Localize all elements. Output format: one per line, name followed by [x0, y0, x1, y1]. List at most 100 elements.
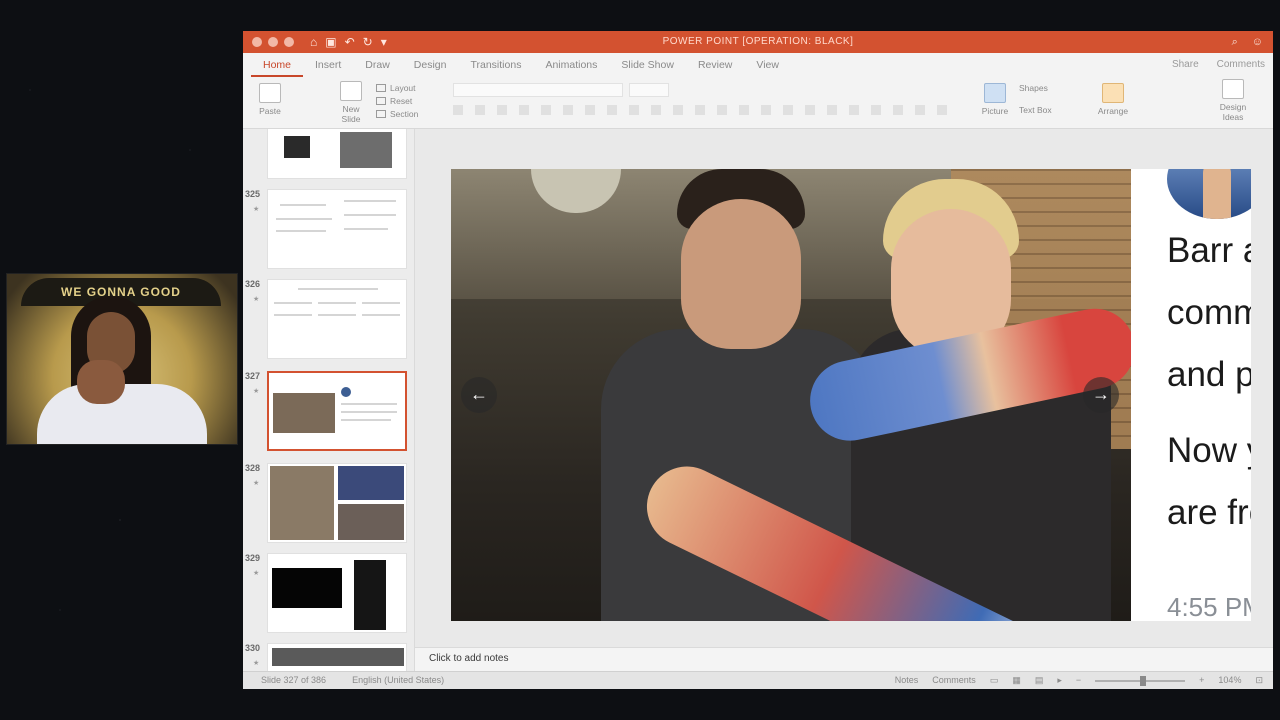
tweet-timestamp: 4:55 PM — [1167, 592, 1251, 621]
formatting-controls[interactable] — [453, 105, 953, 115]
paste-button[interactable]: Paste — [255, 83, 285, 116]
thumbnail-text — [280, 204, 326, 206]
arrange-button[interactable]: Arrange — [1095, 83, 1131, 116]
ribbon: Paste New Slide Layout Reset Section Pic… — [243, 77, 1273, 129]
normal-view-icon[interactable]: ▭ — [990, 672, 999, 689]
slide-marker-icon: ★ — [253, 206, 260, 213]
zoom-slider[interactable] — [1095, 675, 1186, 686]
tab-transitions[interactable]: Transitions — [458, 53, 533, 77]
design-ideas-label-2: Ideas — [1222, 112, 1244, 122]
slideshow-icon[interactable]: ▸ — [1057, 672, 1062, 689]
reset-icon — [376, 97, 386, 105]
previous-image-button[interactable]: ← — [461, 377, 497, 413]
slide-thumbnail[interactable] — [267, 189, 407, 269]
picture-icon — [984, 83, 1006, 103]
shapes-button[interactable]: Shapes — [1019, 83, 1073, 93]
webcam-person-hand — [77, 360, 125, 404]
notes-pane[interactable]: Click to add notes — [415, 647, 1273, 671]
thumbnail-image — [270, 466, 334, 540]
thumbnail-image — [354, 560, 386, 630]
zoom-level[interactable]: 104% — [1218, 672, 1241, 689]
share-button[interactable]: Share — [1172, 53, 1199, 77]
thumbnail-text — [274, 302, 312, 304]
slide-thumbnail[interactable] — [267, 643, 407, 671]
thumbnail-text — [318, 314, 356, 316]
design-ideas-label-1: Design — [1219, 102, 1247, 112]
section-button[interactable]: Section — [376, 109, 418, 119]
tab-draw[interactable]: Draw — [353, 53, 402, 77]
reading-view-icon[interactable]: ▤ — [1035, 672, 1044, 689]
tweet-line: and pe — [1167, 355, 1251, 394]
zoom-slider-thumb[interactable] — [1140, 675, 1147, 686]
notes-toggle-button[interactable]: Notes — [895, 672, 919, 689]
smiley-icon[interactable]: ☺ — [1252, 31, 1263, 53]
slide-thumbnails-pane[interactable]: 325 ★ 326 ★ 327 ★ 328 ★ 329 ★ 330 ★ — [243, 129, 415, 671]
search-icon[interactable]: ⌕ — [1232, 31, 1238, 53]
thumbnail-image — [284, 136, 310, 158]
slide-thumbnail[interactable] — [267, 463, 407, 543]
thumbnail-text — [341, 411, 397, 413]
status-bar: Slide 327 of 386 English (United States)… — [243, 671, 1273, 689]
slide-thumbnail[interactable] — [267, 129, 407, 179]
zoom-out-icon[interactable]: − — [1076, 672, 1081, 689]
tweet-line: are fre — [1167, 493, 1251, 532]
slide-number: 330 — [245, 643, 261, 653]
ribbon-tabs: Home Insert Draw Design Transitions Anim… — [243, 53, 1273, 77]
zoom-in-icon[interactable]: + — [1199, 672, 1204, 689]
tweet-panel: Barr a comm and pe Now y are fre 4:55 PM — [1131, 169, 1251, 621]
tweet-line: Now y — [1167, 431, 1251, 470]
slide-marker-icon: ★ — [253, 388, 260, 395]
slide-marker-icon: ★ — [253, 570, 260, 577]
text-box-button[interactable]: Text Box — [1019, 105, 1073, 115]
photo-man-face — [681, 199, 801, 349]
layout-label: Layout — [390, 83, 416, 93]
slide-thumbnail[interactable] — [267, 553, 407, 633]
slide-sorter-icon[interactable]: ▦ — [1012, 672, 1021, 689]
tweet-line: comm — [1167, 293, 1251, 332]
text-box-label: Text Box — [1019, 105, 1052, 115]
slide-number: 326 — [245, 279, 261, 289]
thumbnail-text — [276, 218, 332, 220]
slide-marker-icon: ★ — [253, 296, 260, 303]
picture-button[interactable]: Picture — [978, 83, 1012, 116]
tab-animations[interactable]: Animations — [533, 53, 609, 77]
thumbnail-text — [298, 288, 378, 290]
layout-button[interactable]: Layout — [376, 83, 418, 93]
slide-thumbnail-selected[interactable] — [267, 371, 407, 451]
tab-insert[interactable]: Insert — [303, 53, 353, 77]
fit-to-window-icon[interactable]: ⊡ — [1255, 672, 1263, 689]
picture-label: Picture — [981, 106, 1009, 116]
tab-home[interactable]: Home — [251, 55, 304, 77]
thumbnail-text — [362, 314, 400, 316]
slide-thumbnail[interactable] — [267, 279, 407, 359]
slide-photo[interactable]: ← → — [451, 169, 1131, 621]
tweet-avatar — [1167, 169, 1251, 219]
new-slide-button[interactable]: New Slide — [335, 81, 367, 124]
thumbnail-text — [276, 230, 326, 232]
comments-toggle-button[interactable]: Comments — [932, 672, 976, 689]
slide-marker-icon: ★ — [253, 480, 260, 487]
next-image-button[interactable]: → — [1083, 377, 1119, 413]
comments-button[interactable]: Comments — [1217, 53, 1265, 77]
tab-design[interactable]: Design — [402, 53, 459, 77]
thumbnail-text — [362, 302, 400, 304]
current-slide[interactable]: ← → Barr a comm and pe Now y are fre 4:5… — [451, 169, 1251, 621]
powerpoint-window: ⌂ ▣ ↶ ↻ ▾ POWER POINT [OPERATION: BLACK]… — [243, 31, 1273, 689]
tab-review[interactable]: Review — [686, 53, 744, 77]
arrange-icon — [1102, 83, 1124, 103]
status-right: Notes Comments ▭ ▦ ▤ ▸ − + 104% ⊡ — [895, 672, 1263, 689]
slide-options: Layout Reset Section — [376, 83, 418, 119]
slide-number: 325 — [245, 189, 261, 199]
reset-button[interactable]: Reset — [376, 96, 418, 106]
thumbnail-image — [338, 504, 404, 540]
slide-counter: Slide 327 of 386 — [261, 675, 327, 685]
slide-marker-icon: ★ — [253, 660, 260, 667]
title-right-icons: ⌕ ☺ — [1232, 31, 1263, 53]
design-ideas-button[interactable]: Design Ideas — [1215, 79, 1251, 122]
tab-slide-show[interactable]: Slide Show — [609, 53, 686, 77]
tab-view[interactable]: View — [744, 53, 791, 77]
font-size-field[interactable] — [629, 83, 669, 97]
document-title: POWER POINT [OPERATION: BLACK] — [662, 36, 854, 47]
language-indicator[interactable]: English (United States) — [352, 672, 444, 689]
font-family-field[interactable] — [453, 83, 623, 97]
